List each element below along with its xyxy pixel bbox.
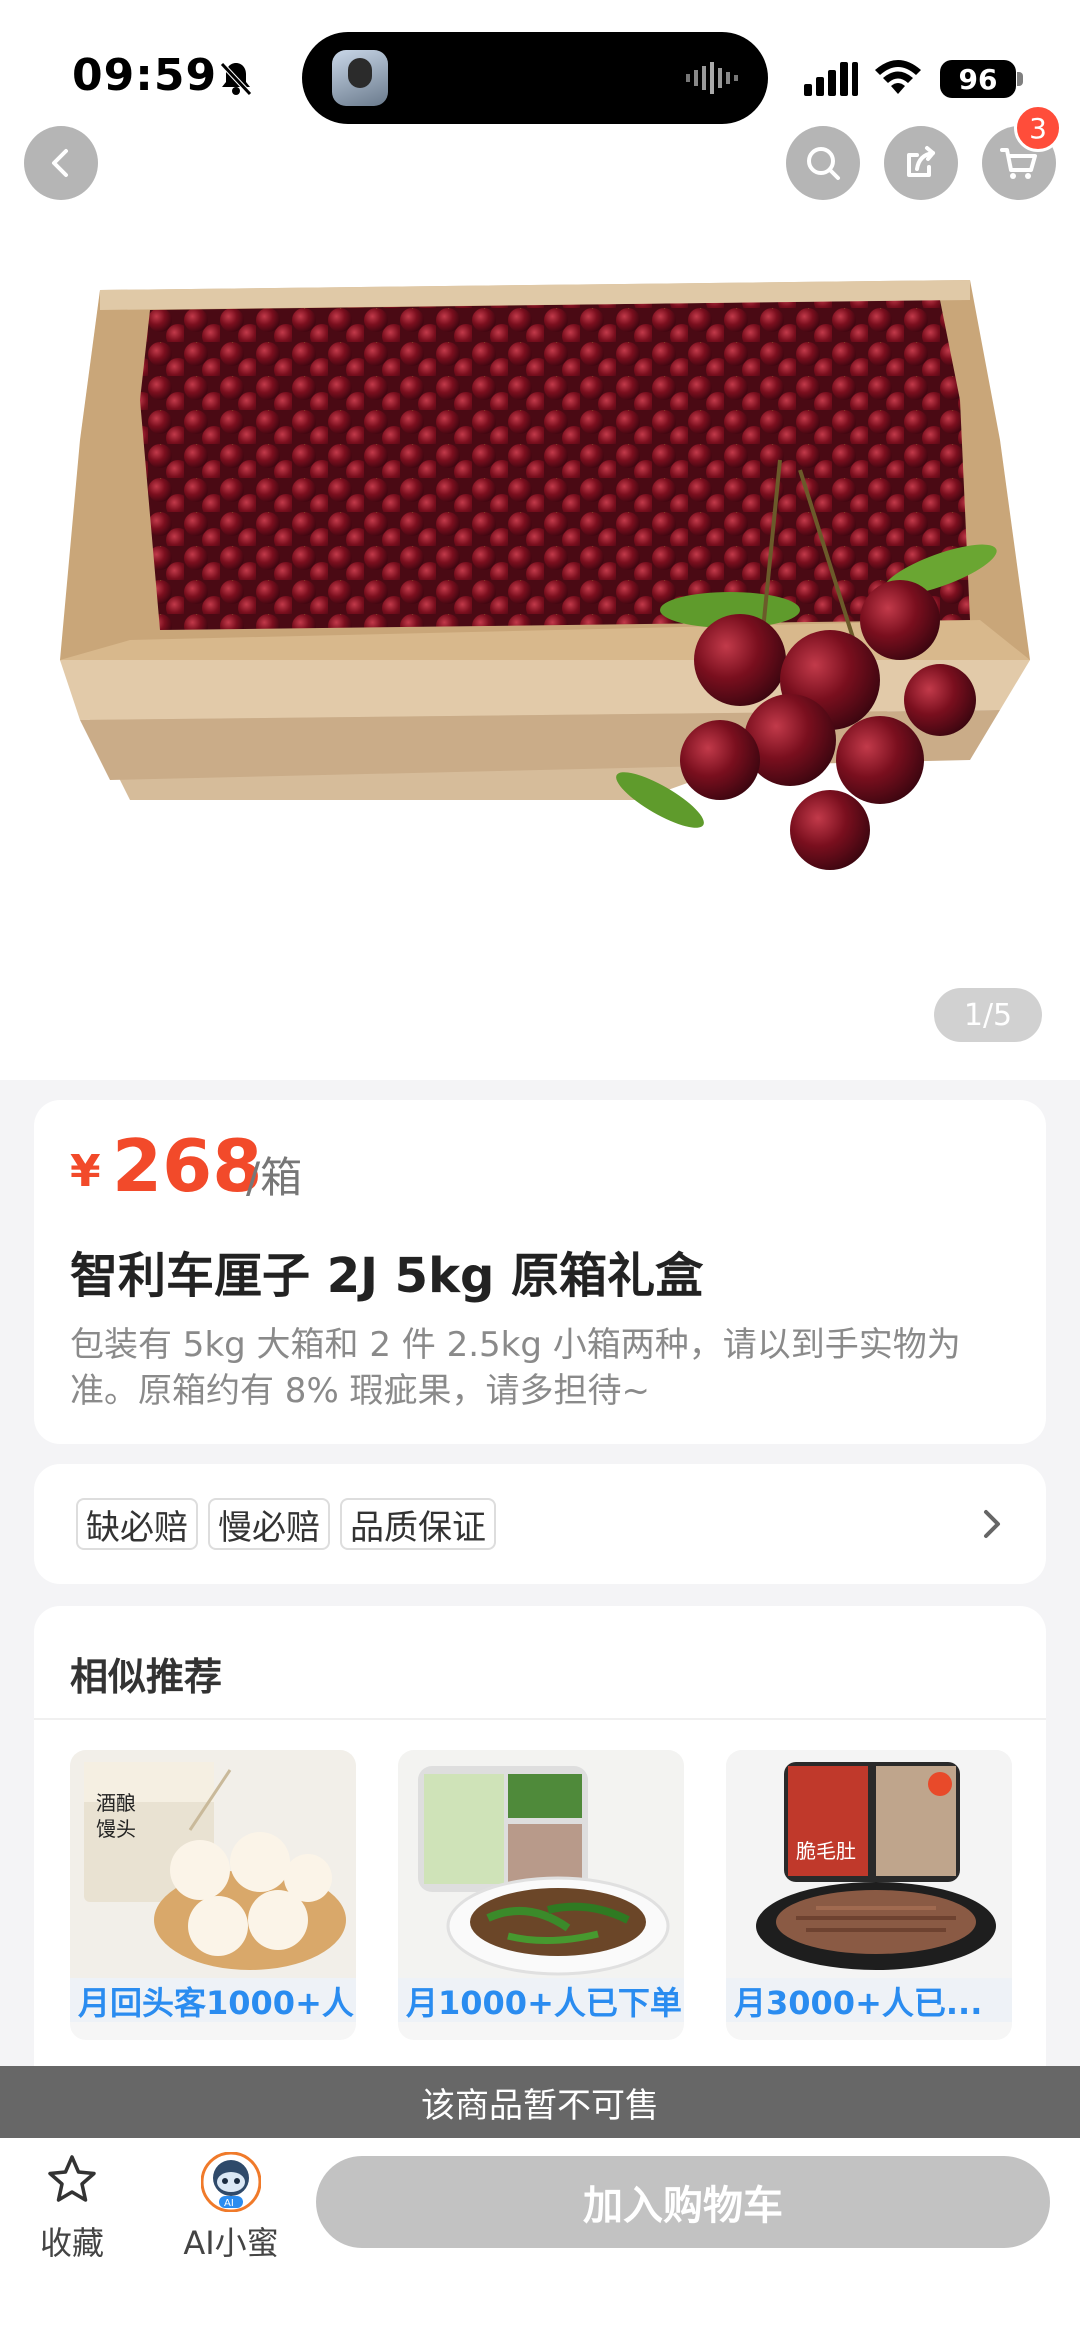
- ai-assistant-button[interactable]: AI AI小蜜: [176, 2151, 286, 2264]
- battery-level: 96: [940, 60, 1016, 98]
- svg-text:AI: AI: [224, 2198, 234, 2209]
- recommendation-item[interactable]: 月1000+人已下单: [398, 1750, 684, 2040]
- share-icon: [907, 146, 935, 177]
- back-icon: [52, 149, 68, 177]
- chevron-right-icon: [984, 1510, 1000, 1538]
- currency-symbol: ¥: [70, 1146, 101, 1197]
- divider: [34, 1718, 1046, 1720]
- add-to-cart-button[interactable]: 加入购物车: [316, 2156, 1050, 2248]
- star-icon: [48, 2155, 96, 2202]
- product-gallery[interactable]: 09:59 96 3 1/5: [0, 0, 1080, 1080]
- recommendation-caption: 月1000+人已下单: [398, 1978, 684, 2022]
- product-image-cherries: [60, 280, 1030, 870]
- status-time: 09:59: [72, 50, 218, 101]
- product-price: 268: [112, 1124, 263, 1208]
- favorite-button[interactable]: 收藏: [30, 2152, 114, 2264]
- product-thumbnail-buns: 酒酿 馒头: [70, 1750, 356, 1978]
- bottom-action-bar: 收藏 AI AI小蜜 加入购物车: [0, 2138, 1080, 2347]
- product-thumbnail-tripe: 脆毛肚: [726, 1750, 1012, 1978]
- guarantee-tag: 品质保证: [340, 1498, 496, 1550]
- island-avatar: [332, 50, 388, 106]
- ai-mascot-icon: AI: [200, 2151, 262, 2213]
- product-info-card: ¥ 268 /箱 智利车厘子 2J 5kg 原箱礼盒 包装有 5kg 大箱和 2…: [34, 1100, 1046, 1444]
- recommendation-item[interactable]: 脆毛肚 月3000+人已...: [726, 1750, 1012, 2040]
- guarantee-tag: 慢必赔: [208, 1498, 330, 1550]
- bell-muted-icon: [220, 62, 252, 96]
- back-button[interactable]: [24, 126, 98, 200]
- recommendation-caption: 月回头客1000+人: [70, 1978, 356, 2022]
- search-button[interactable]: [786, 126, 860, 200]
- search-icon: [807, 147, 840, 180]
- svg-text:脆毛肚: 脆毛肚: [796, 1839, 856, 1863]
- recommendation-item[interactable]: 酒酿 馒头 月回头客1000+人: [70, 1750, 356, 2040]
- battery-tip: [1017, 72, 1023, 86]
- guarantees-row[interactable]: 缺必赔 慢必赔 品质保证: [34, 1464, 1046, 1584]
- product-description: 包装有 5kg 大箱和 2 件 2.5kg 小箱两种，请以到手实物为准。原箱约有…: [70, 1325, 961, 1411]
- favorite-label: 收藏: [39, 2224, 104, 2262]
- guarantee-tag: 缺必赔: [76, 1498, 198, 1550]
- share-button[interactable]: [884, 126, 958, 200]
- ai-assistant-label: AI小蜜: [183, 2224, 279, 2262]
- ai-assistant-avatar: AI: [200, 2151, 262, 2213]
- dynamic-island: [302, 32, 768, 124]
- voice-wave-icon: [686, 62, 738, 94]
- gallery-pager: 1/5: [934, 988, 1042, 1042]
- guarantee-tags: 缺必赔 慢必赔 品质保证: [76, 1498, 496, 1550]
- similar-recommendations: 相似推荐 酒酿 馒头 月回头客1000+人 月1000+人已下单 脆毛肚 月30…: [34, 1606, 1046, 2066]
- wifi-icon: [875, 60, 921, 94]
- cart-count-badge: 3: [1014, 104, 1062, 152]
- product-thumbnail-stirfry: [398, 1750, 684, 1978]
- unavailable-notice: 该商品暂不可售: [0, 2066, 1080, 2138]
- price-unit: /箱: [246, 1153, 303, 1202]
- recommendation-caption: 月3000+人已...: [726, 1978, 1012, 2022]
- signal-icon: [804, 62, 858, 96]
- section-title: 相似推荐: [70, 1655, 223, 1699]
- product-title: 智利车厘子 2J 5kg 原箱礼盒: [70, 1248, 704, 1304]
- svg-text:酒酿: 酒酿: [96, 1791, 136, 1815]
- svg-text:馒头: 馒头: [96, 1817, 136, 1841]
